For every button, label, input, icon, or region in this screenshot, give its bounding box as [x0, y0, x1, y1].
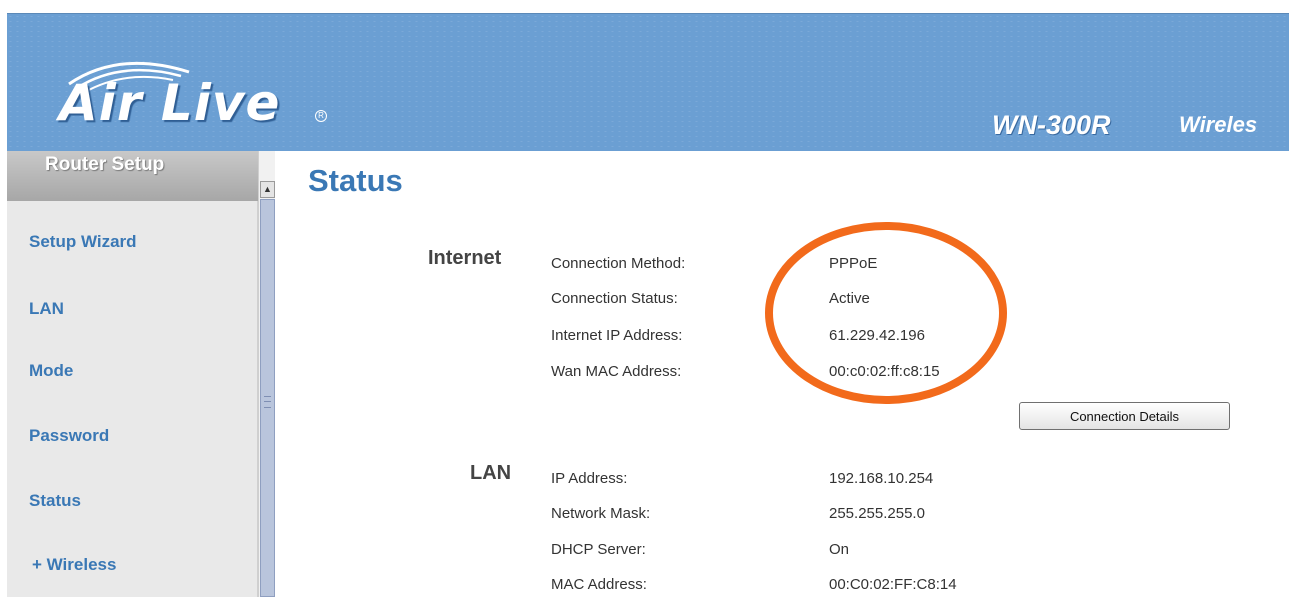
sidebar-scrollbar[interactable]: ▲ [258, 151, 275, 597]
scrollbar-thumb[interactable] [260, 199, 275, 597]
mac-address-label: MAC Address: [551, 576, 647, 593]
connection-status-value: Active [829, 290, 870, 307]
dhcp-server-value: On [829, 541, 850, 558]
sidebar-item-password[interactable]: Password [29, 426, 109, 446]
internet-ip-value: 61.229.42.196 [829, 327, 925, 344]
sidebar-item-mode[interactable]: Mode [29, 361, 73, 381]
model-name: WN-300R [992, 110, 1111, 140]
header-banner: Air Live R WN-300R Wireles [7, 13, 1289, 151]
sidebar-item-wireless[interactable]: + Wireless [32, 555, 116, 575]
sidebar: Router Setup Setup Wizard LAN Mode Passw… [7, 151, 258, 597]
product-subtitle: Wireles [1179, 112, 1258, 137]
network-mask-value: 255.255.255.0 [829, 505, 925, 522]
chevron-up-icon[interactable]: ▲ [260, 181, 275, 198]
scroll-grip-icon [264, 396, 271, 408]
internet-ip-label: Internet IP Address: [551, 327, 683, 344]
internet-section-title: Internet [428, 247, 502, 269]
registered-icon: R [315, 110, 327, 122]
lan-ip-value: 192.168.10.254 [829, 470, 934, 487]
sidebar-header: Router Setup [7, 151, 258, 201]
page-title: Status [308, 163, 403, 198]
connection-status-label: Connection Status: [551, 290, 678, 307]
lan-ip-label: IP Address: [551, 470, 628, 487]
dhcp-server-label: DHCP Server: [551, 541, 646, 558]
mac-address-value: 00:C0:02:FF:C8:14 [829, 576, 957, 593]
wan-mac-value: 00:c0:02:ff:c8:15 [829, 363, 940, 380]
connection-method-value: PPPoE [829, 255, 878, 272]
sidebar-title: Router Setup [45, 154, 165, 175]
brand-logo: Air Live [59, 74, 281, 132]
lan-section-title: LAN [470, 462, 512, 484]
sidebar-item-status[interactable]: Status [29, 491, 81, 511]
connection-details-button[interactable]: Connection Details [1019, 402, 1230, 430]
sidebar-item-setup-wizard[interactable]: Setup Wizard [29, 232, 137, 252]
network-mask-label: Network Mask: [551, 505, 651, 522]
sidebar-item-lan[interactable]: LAN [29, 299, 64, 319]
wan-mac-label: Wan MAC Address: [551, 363, 682, 380]
connection-method-label: Connection Method: [551, 255, 686, 272]
